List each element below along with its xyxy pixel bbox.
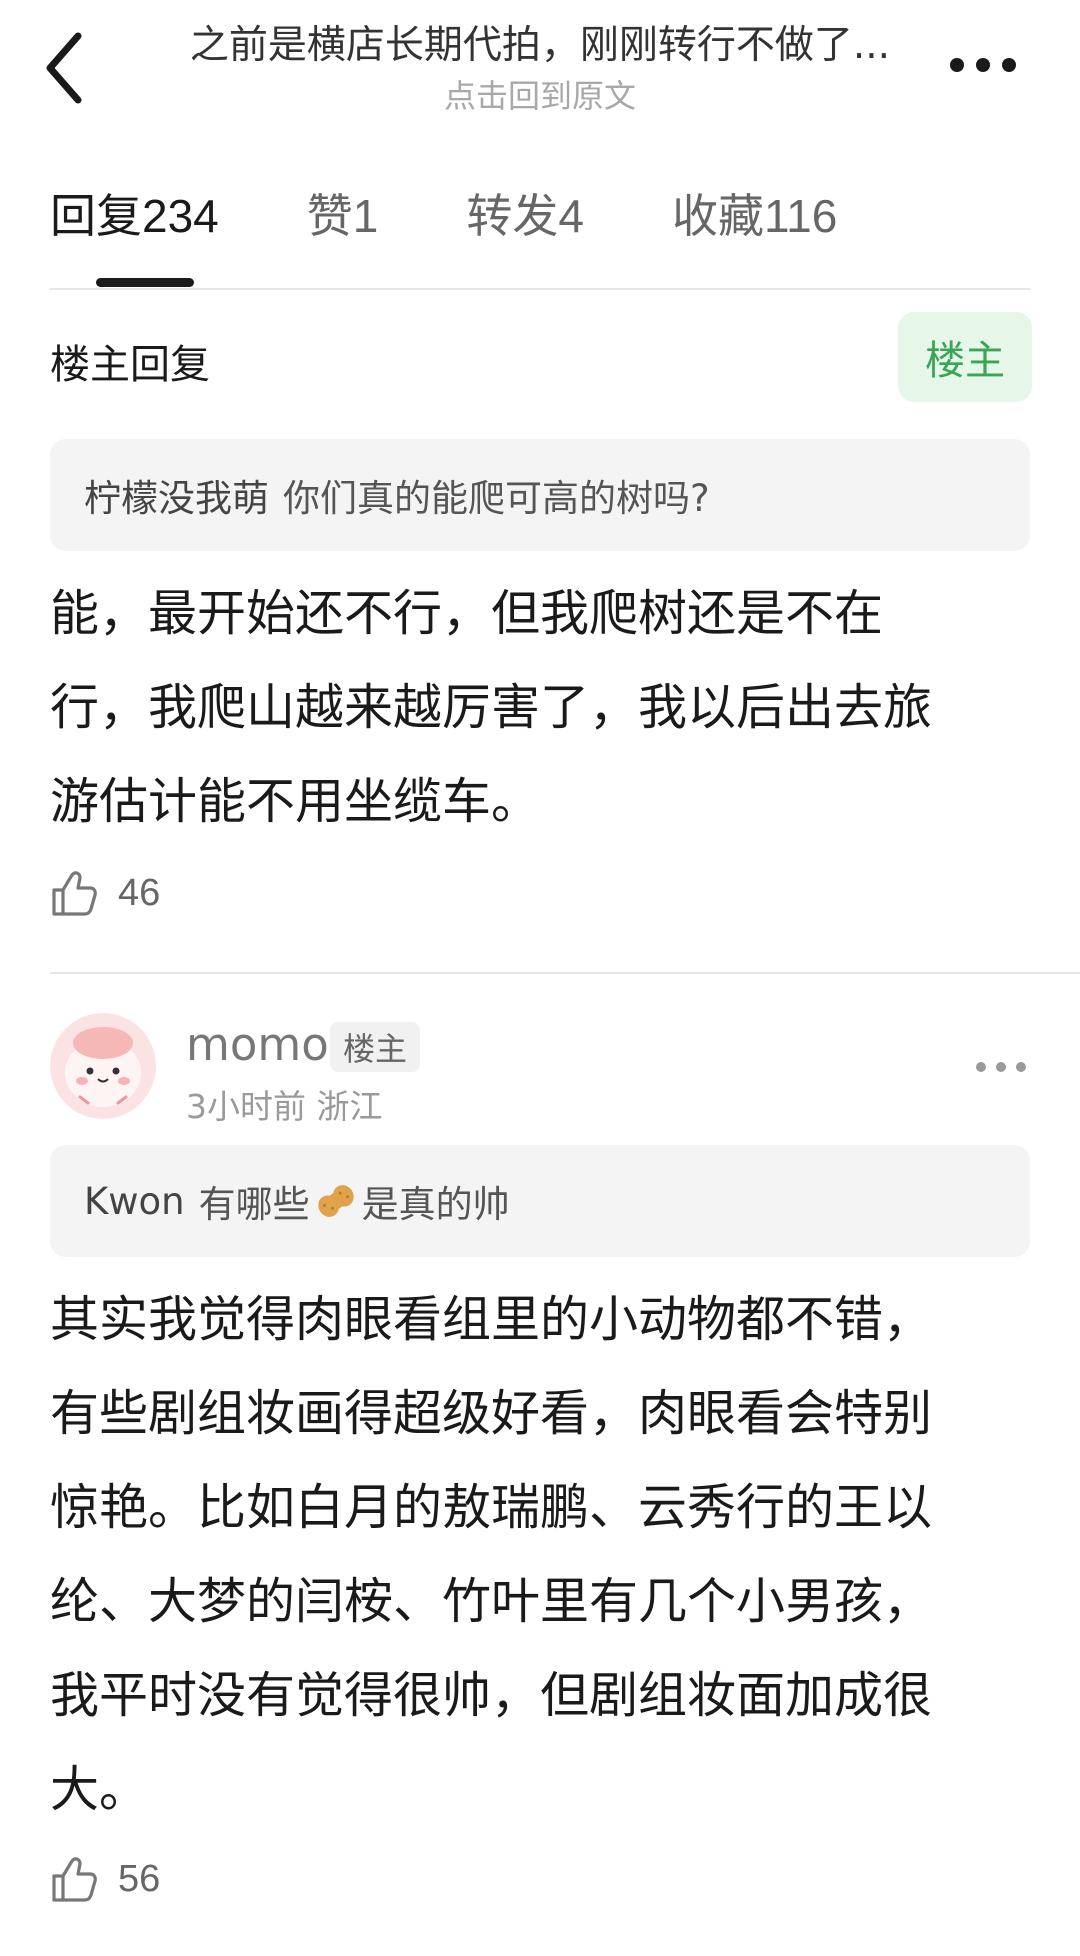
dot — [996, 1062, 1006, 1072]
avatar[interactable] — [50, 1013, 156, 1119]
comment-meta: 3小时前 浙江 — [186, 1080, 383, 1128]
reply-line: 能，最开始还不行，但我爬树还是不在 — [50, 585, 884, 642]
tab-label: 赞 — [306, 189, 353, 243]
comment-line: 其实我觉得肉眼看组里的小动物都不错， — [50, 1291, 933, 1348]
divider — [50, 972, 1080, 974]
comment-line: 纶、大梦的闫桉、竹叶里有几个小男孩， — [50, 1573, 933, 1630]
comment-location: 浙江 — [316, 1087, 383, 1126]
quoted-text: 你们真的能爬可高的树吗? — [283, 477, 710, 520]
like-count: 46 — [118, 871, 161, 914]
tab-bar: 回复234 赞1 转发4 收藏116 — [50, 180, 925, 243]
tab-count: 4 — [558, 190, 584, 242]
reply-line: 行，我爬山越来越厉害了，我以后出去旅 — [50, 679, 933, 736]
tab-favorites[interactable]: 收藏116 — [672, 180, 837, 246]
top-bar: 之前是横店长期代拍，刚刚转行不做了... 点击回到原文 — [0, 0, 1080, 140]
comment-body: 其实我觉得肉眼看组里的小动物都不错， 有些剧组妆画得超级好看，肉眼看会特别 惊艳… — [50, 1273, 1030, 1837]
dot — [976, 1062, 986, 1072]
comment-line: 我平时没有觉得很帅，但剧组妆面加成很 — [50, 1667, 933, 1724]
thumbs-up-icon — [52, 1857, 97, 1902]
comment-line: 惊艳。比如白月的敖瑞鹏、云秀行的王以 — [50, 1479, 933, 1536]
quoted-username: Kwon — [84, 1179, 185, 1223]
tab-replies[interactable]: 回复234 — [50, 180, 219, 246]
comment-time: 3小时前 — [186, 1087, 306, 1126]
reply-line: 游估计能不用坐缆车。 — [50, 773, 541, 830]
header-title-block[interactable]: 之前是横店长期代拍，刚刚转行不做了... 点击回到原文 — [140, 18, 940, 118]
username[interactable]: momo — [186, 1018, 329, 1071]
tab-count: 1 — [352, 190, 379, 242]
page-title: 之前是横店长期代拍，刚刚转行不做了... — [189, 23, 891, 68]
thumbs-up-icon — [52, 871, 97, 916]
like-count: 56 — [118, 1857, 161, 1900]
quoted-username: 柠檬没我萌 — [84, 477, 269, 520]
tab-label: 转发 — [466, 189, 559, 243]
quoted-text: 是真的帅 — [361, 1183, 510, 1226]
back-button[interactable] — [38, 28, 98, 108]
tab-label: 收藏 — [671, 189, 764, 243]
divider — [50, 288, 1030, 290]
tab-label: 回复 — [50, 189, 142, 243]
quoted-comment[interactable]: Kwon 有哪些 是真的帅 — [50, 1145, 1030, 1257]
dot — [1002, 58, 1016, 72]
tab-count: 234 — [142, 190, 219, 242]
reply-body: 能，最开始还不行，但我爬树还是不在 行，我爬山越来越厉害了，我以后出去旅 游估计… — [50, 567, 1030, 849]
like-button[interactable]: 46 — [50, 868, 160, 918]
comment-line: 有些剧组妆画得超级好看，肉眼看会特别 — [50, 1385, 933, 1442]
quoted-comment[interactable]: 柠檬没我萌 你们真的能爬可高的树吗? — [50, 439, 1030, 551]
comment-more-button[interactable] — [976, 1062, 1026, 1072]
owner-filter-chip[interactable]: 楼主 — [898, 312, 1032, 402]
quoted-text: 有哪些 — [198, 1183, 310, 1226]
dot — [950, 58, 964, 72]
dot — [976, 58, 990, 72]
peanut-emoji-icon — [317, 1185, 354, 1217]
section-title: 楼主回复 — [50, 342, 210, 388]
like-button[interactable]: 56 — [50, 1854, 160, 1904]
tab-count: 116 — [763, 190, 838, 242]
more-options-button[interactable] — [950, 58, 1016, 72]
comment-line: 大。 — [50, 1761, 149, 1818]
tab-likes[interactable]: 赞1 — [307, 180, 379, 246]
back-to-original-link[interactable]: 点击回到原文 — [140, 74, 940, 118]
active-tab-indicator — [96, 278, 194, 287]
owner-badge: 楼主 — [330, 1022, 420, 1072]
tab-reposts[interactable]: 转发4 — [466, 180, 584, 246]
avatar-image — [50, 1013, 156, 1119]
chevron-left-icon — [46, 32, 82, 104]
dot — [1016, 1062, 1026, 1072]
